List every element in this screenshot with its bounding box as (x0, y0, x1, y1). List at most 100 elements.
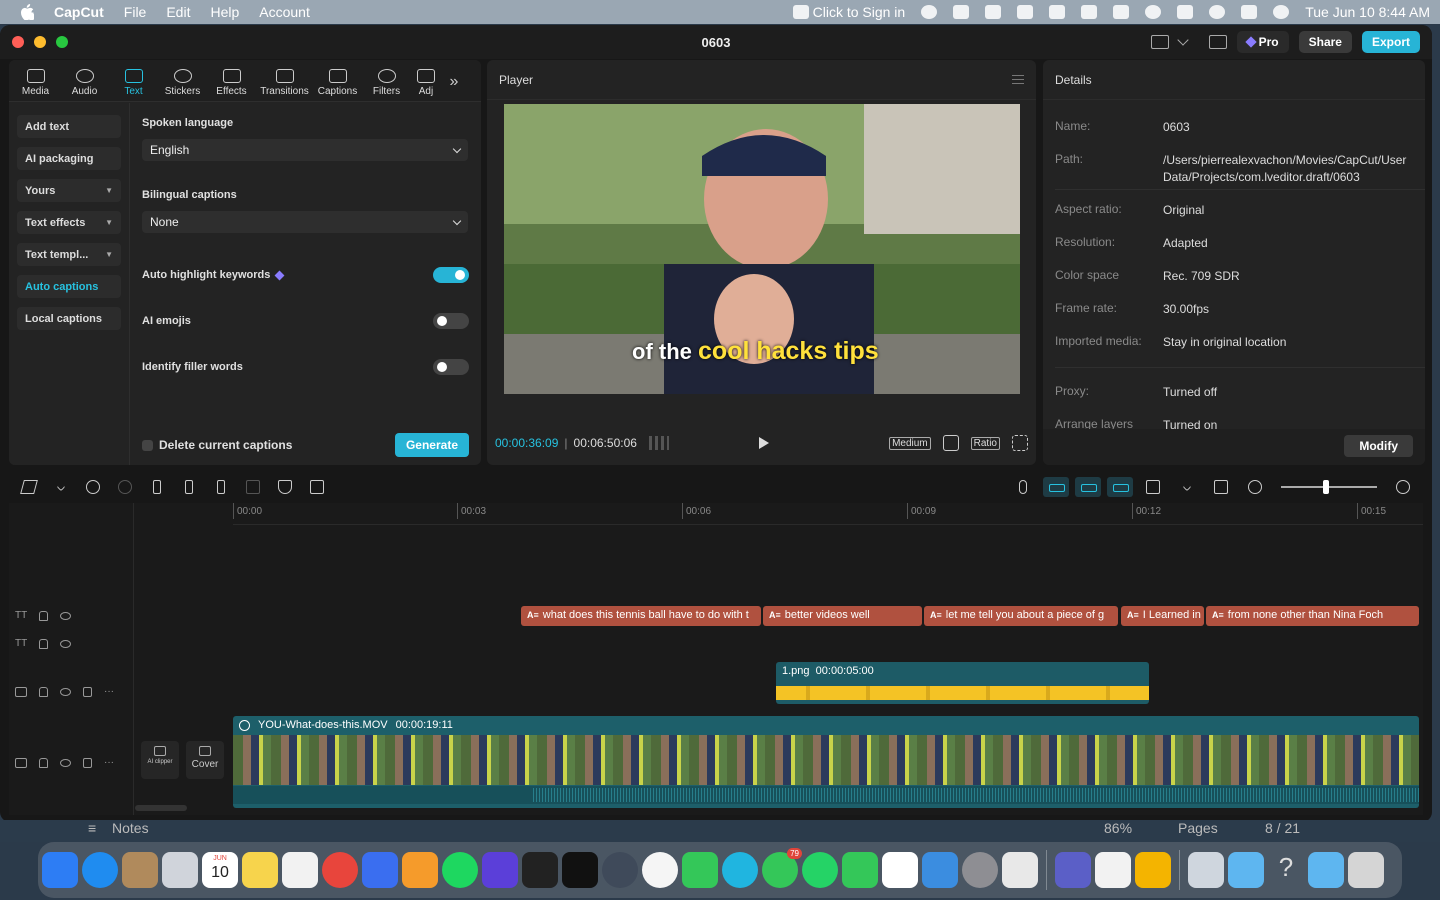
side-item-text-templates[interactable]: Text templ... ▼ (17, 243, 121, 266)
ai-emojis-toggle[interactable] (433, 313, 469, 329)
spotlight-search-icon[interactable] (1209, 5, 1226, 19)
menu-help[interactable]: Help (210, 4, 239, 20)
menu-clock[interactable]: Tue Jun 10 8:44 AM (1305, 4, 1430, 20)
image-clip[interactable]: 1.png 00:00:05:00 (776, 662, 1149, 704)
tab-media[interactable]: Media (11, 69, 60, 101)
timeline-ruler[interactable]: 00:00 00:03 00:06 00:09 00:12 00:15 (233, 503, 1423, 525)
pro-button[interactable]: Pro (1236, 31, 1289, 53)
preview-axis-icon[interactable] (1139, 473, 1167, 501)
keyboard-icon[interactable] (1208, 35, 1227, 49)
caption-clip[interactable]: A≡ let me tell you about a piece of g (924, 606, 1118, 626)
tab-effects[interactable]: Effects (207, 69, 256, 101)
microphone-icon[interactable] (1009, 473, 1037, 501)
side-item-auto-captions[interactable]: Auto captions (17, 275, 121, 298)
lock-icon[interactable] (39, 638, 49, 649)
auto-highlight-toggle[interactable] (433, 267, 469, 283)
caption-clip[interactable]: A≡ better videos well (763, 606, 922, 626)
chrome-icon[interactable] (322, 852, 358, 888)
tab-stickers[interactable]: Stickers (158, 69, 207, 101)
clipboard-icon[interactable] (985, 5, 1002, 19)
lock-icon[interactable] (39, 686, 48, 697)
caption-clip[interactable]: A≡ from none other than Nina Foch (1206, 606, 1419, 626)
timeline-zoom-slider[interactable] (1281, 480, 1377, 494)
delete-captions-checkbox[interactable] (142, 439, 153, 451)
timecode-format-icon[interactable] (648, 436, 669, 450)
spotify-icon[interactable] (442, 852, 478, 888)
modify-button[interactable]: Modify (1344, 435, 1413, 457)
side-item-local-captions[interactable]: Local captions (17, 307, 121, 330)
tab-transitions[interactable]: Transitions (256, 69, 313, 101)
side-item-text-effects[interactable]: Text effects ▼ (17, 211, 121, 234)
folder-icon[interactable] (1228, 852, 1264, 888)
pdf-tool-icon[interactable] (1002, 852, 1038, 888)
menu-file[interactable]: File (124, 4, 147, 20)
fit-screen-icon[interactable] (942, 435, 959, 451)
canva-icon[interactable] (722, 852, 758, 888)
bilingual-captions-select[interactable]: None (142, 211, 468, 233)
main-video-clip[interactable]: YOU-What-does-this.MOV 00:00:19:11 (233, 716, 1419, 808)
speaker-icon[interactable] (83, 757, 92, 768)
keynote-icon[interactable] (922, 852, 958, 888)
side-item-add-text[interactable]: Add text (17, 115, 121, 138)
facetime-icon[interactable] (842, 852, 878, 888)
trash-icon[interactable] (1348, 852, 1384, 888)
caption-clip[interactable]: A≡ I Learned in (1121, 606, 1204, 626)
play-icon[interactable] (759, 437, 769, 449)
play-status-icon[interactable] (1145, 5, 1162, 19)
chevron-down-icon[interactable] (47, 473, 75, 501)
vpn-icon[interactable] (482, 852, 518, 888)
help-icon[interactable]: ? (1268, 852, 1304, 888)
caption-edit-icon[interactable] (303, 473, 331, 501)
ai-clipper-button[interactable]: AI clipper (141, 741, 179, 779)
share-button[interactable]: Share (1298, 31, 1352, 53)
volume-icon[interactable] (1049, 5, 1066, 19)
photos-icon[interactable] (642, 852, 678, 888)
chevron-down-icon[interactable] (1176, 34, 1189, 46)
zoom-window-button[interactable] (56, 36, 68, 48)
fullscreen-icon[interactable] (1012, 435, 1028, 451)
capcut-icon[interactable] (562, 852, 598, 888)
lock-icon[interactable] (39, 757, 48, 768)
notes-app-icon[interactable] (242, 852, 278, 888)
timeline-scrollbar[interactable] (135, 805, 187, 811)
trim-left-icon[interactable] (175, 473, 203, 501)
generate-button[interactable]: Generate (394, 433, 469, 457)
minimize-window-button[interactable] (34, 36, 46, 48)
safari-icon[interactable] (82, 852, 118, 888)
calendar-icon[interactable]: JUN 10 (202, 852, 238, 888)
messages-icon[interactable]: 79 (762, 848, 802, 888)
scanner-icon[interactable] (1188, 852, 1224, 888)
menu-edit[interactable]: Edit (166, 4, 190, 20)
extension-icon[interactable] (953, 5, 970, 19)
textedit-icon[interactable] (1095, 852, 1131, 888)
docs-icon[interactable] (362, 852, 398, 888)
apple-icon[interactable] (20, 4, 34, 20)
side-item-yours[interactable]: Yours ▼ (17, 179, 121, 202)
undo-icon[interactable] (79, 473, 107, 501)
main-track-magnet-icon[interactable] (1043, 477, 1069, 497)
eye-icon[interactable] (60, 687, 71, 696)
redo-icon[interactable] (111, 473, 139, 501)
control-center-icon[interactable] (1241, 5, 1258, 19)
eye-icon[interactable] (60, 639, 72, 648)
caption-clip[interactable]: A≡ what does this tennis ball have to do … (521, 606, 761, 626)
tab-audio[interactable]: Audio (60, 69, 109, 101)
auto-snap-icon[interactable] (1075, 477, 1101, 497)
split-icon[interactable] (143, 473, 171, 501)
video-preview[interactable]: of the cool hacks tips (504, 104, 1020, 394)
pages-icon[interactable] (402, 852, 438, 888)
linkage-icon[interactable] (1107, 477, 1133, 497)
zoom-in-icon[interactable] (1389, 473, 1417, 501)
slides-icon[interactable] (1135, 852, 1171, 888)
sign-in-status[interactable]: Click to Sign in (792, 4, 905, 20)
layout-icon[interactable] (1150, 35, 1169, 49)
tab-captions[interactable]: Captions (313, 69, 362, 101)
contacts-icon[interactable] (122, 852, 158, 888)
siri-icon[interactable] (1273, 5, 1290, 19)
teams-icon[interactable] (1055, 852, 1091, 888)
menu-account[interactable]: Account (259, 4, 310, 20)
freeform-icon[interactable] (282, 852, 318, 888)
tab-adjust[interactable]: Adj (411, 69, 441, 101)
eye-icon[interactable] (60, 611, 72, 620)
trim-right-icon[interactable] (207, 473, 235, 501)
